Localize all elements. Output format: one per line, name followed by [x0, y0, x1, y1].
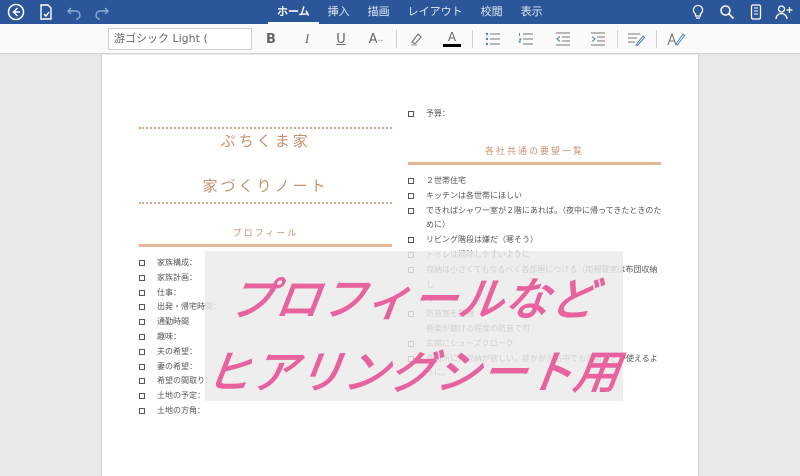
- title-dotted-rule: [139, 202, 392, 204]
- decrease-indent-icon[interactable]: [551, 28, 575, 50]
- doc-title-family: ぷちくま家: [220, 132, 311, 150]
- font-size-button[interactable]: A..: [364, 28, 388, 50]
- paragraph-styles-icon[interactable]: [624, 28, 648, 50]
- checkbox-icon[interactable]: [139, 393, 145, 400]
- checkbox-icon[interactable]: [139, 407, 145, 414]
- checkbox-icon[interactable]: [139, 378, 145, 385]
- file-save-icon[interactable]: [36, 2, 56, 22]
- ribbon-separator: [472, 30, 473, 48]
- checkbox-icon[interactable]: [139, 274, 145, 281]
- checkbox-icon[interactable]: [139, 319, 145, 326]
- list-item: ２世帯住宅: [408, 174, 662, 189]
- add-person-icon[interactable]: [774, 2, 794, 22]
- overlay-headline-1: プロフィールなど: [226, 273, 601, 326]
- ribbon-toolbar: 游ゴシック Light ( B I U A.. A: [0, 24, 800, 54]
- bold-button[interactable]: B: [259, 28, 283, 50]
- tab-home[interactable]: ホーム: [268, 0, 319, 24]
- tab-insert[interactable]: 挿入: [319, 0, 359, 24]
- doc-title-notebook: 家づくりノート: [202, 177, 329, 195]
- undo-icon[interactable]: [64, 2, 84, 22]
- list-item: 土地の方角：: [139, 404, 221, 419]
- tab-layout[interactable]: レイアウト: [399, 0, 472, 24]
- title-dotted-rule: [139, 127, 392, 129]
- highlighter-icon[interactable]: [404, 28, 428, 50]
- tab-draw[interactable]: 描画: [359, 0, 399, 24]
- font-color-letter: A: [447, 30, 457, 44]
- font-color-swatch: [443, 44, 461, 47]
- checkbox-icon[interactable]: [408, 111, 414, 117]
- profile-heading-rule: [139, 244, 392, 247]
- phone-icon[interactable]: [746, 2, 766, 22]
- ribbon-separator: [656, 30, 657, 48]
- ribbon-tabs: ホーム 挿入 描画 レイアウト 校閲 表示: [268, 0, 552, 24]
- profile-heading: プロフィール: [232, 229, 299, 239]
- numbered-list-icon[interactable]: [514, 28, 538, 50]
- lightbulb-icon[interactable]: [688, 2, 708, 22]
- checkbox-icon[interactable]: [408, 207, 414, 214]
- search-icon[interactable]: [717, 2, 737, 22]
- increase-indent-icon[interactable]: [586, 28, 610, 50]
- font-size-letter: A: [368, 31, 378, 47]
- redo-icon[interactable]: [92, 2, 112, 22]
- list-item: できればシャワー室が２階にあれば。（夜中に帰ってきたときのために）: [408, 204, 662, 234]
- back-circle-icon[interactable]: [6, 2, 26, 22]
- checkbox-icon[interactable]: [139, 348, 145, 355]
- ribbon-separator: [617, 30, 618, 48]
- tab-view[interactable]: 表示: [512, 0, 552, 24]
- ribbon-separator: [396, 30, 397, 48]
- checkbox-icon[interactable]: [139, 304, 145, 311]
- font-size-dots: ..: [377, 34, 384, 44]
- title-bar: ホーム 挿入 描画 レイアウト 校閲 表示: [0, 0, 800, 24]
- list-item: 予算：: [408, 107, 450, 122]
- common-requests-rule: [408, 162, 661, 165]
- checkbox-icon[interactable]: [139, 333, 145, 340]
- checkbox-icon[interactable]: [139, 260, 145, 266]
- overlay-headline-2: ヒアリングシート用: [202, 346, 625, 399]
- styles-icon[interactable]: [664, 28, 688, 50]
- list-item: リビング階段は嫌だ（寒そう）: [408, 233, 662, 248]
- checkbox-icon[interactable]: [408, 178, 414, 184]
- checkbox-icon[interactable]: [139, 363, 145, 370]
- italic-button[interactable]: I: [295, 28, 319, 50]
- underline-button[interactable]: U: [329, 28, 353, 50]
- common-requests-heading: 各社共通の要望一覧: [484, 147, 584, 157]
- checkbox-icon[interactable]: [139, 289, 145, 296]
- budget-list: 予算：: [408, 107, 450, 122]
- checkbox-icon[interactable]: [408, 192, 414, 199]
- font-name-input[interactable]: 游ゴシック Light (: [108, 28, 252, 50]
- font-color-button[interactable]: A: [440, 28, 464, 50]
- checkbox-icon[interactable]: [408, 237, 414, 244]
- bullet-list-icon[interactable]: [481, 28, 505, 50]
- list-item: キッチンは各世帯にほしい: [408, 189, 662, 204]
- tab-review[interactable]: 校閲: [472, 0, 512, 24]
